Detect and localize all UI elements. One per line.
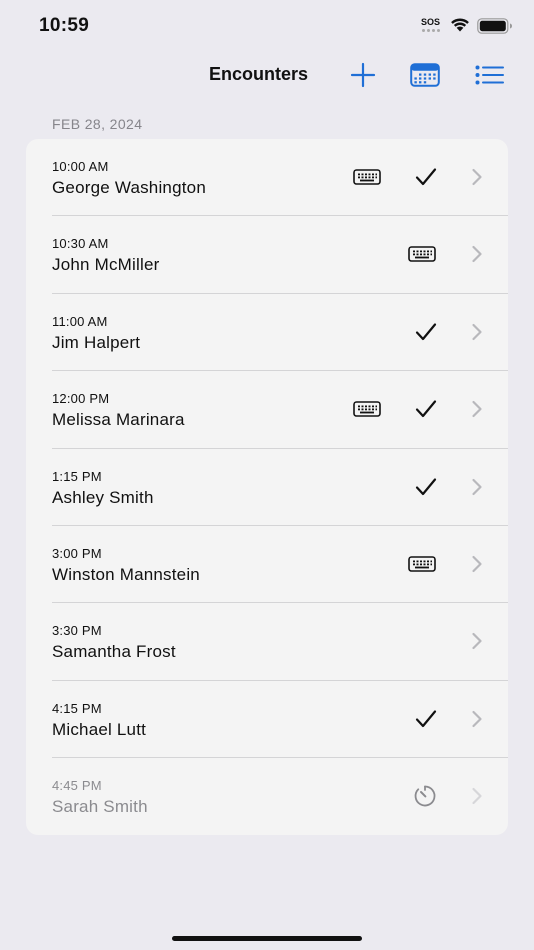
encounter-row[interactable]: 1:15 PM Ashley Smith bbox=[26, 449, 508, 526]
calendar-view-button[interactable] bbox=[410, 60, 440, 90]
encounter-time: 1:15 PM bbox=[52, 468, 102, 484]
encounter-time: 10:30 AM bbox=[52, 236, 109, 252]
encounters-list: 10:00 AM George Washington 10:30 AM John Mc… bbox=[26, 139, 508, 835]
encounter-row[interactable]: 11:00 AM Jim Halpert bbox=[26, 294, 508, 372]
chevron-right-icon bbox=[471, 787, 483, 810]
checkmark-icon bbox=[415, 709, 437, 734]
encounter-time: 4:15 PM bbox=[52, 700, 102, 716]
encounter-row[interactable]: 4:45 PM Sarah Smith bbox=[26, 758, 508, 835]
encounter-row[interactable]: 3:00 PM Winston Mannstein bbox=[26, 526, 508, 604]
encounter-row[interactable]: 4:15 PM Michael Lutt bbox=[26, 681, 508, 759]
keyboard-icon bbox=[353, 401, 381, 422]
keyboard-icon bbox=[408, 246, 436, 267]
status-time: 10:59 bbox=[39, 15, 90, 36]
encounter-patient-name: Melissa Marinara bbox=[52, 410, 185, 430]
encounter-time: 12:00 PM bbox=[52, 391, 110, 407]
battery-icon bbox=[477, 18, 512, 34]
encounter-row[interactable]: 10:30 AM John McMiller bbox=[26, 216, 508, 294]
encounter-patient-name: George Washington bbox=[52, 178, 206, 197]
encounter-patient-name: Ashley Smith bbox=[52, 487, 154, 507]
keyboard-icon bbox=[353, 169, 381, 190]
chevron-right-icon bbox=[471, 632, 483, 655]
encounter-patient-name: Winston Mannstein bbox=[52, 565, 200, 584]
list-view-button[interactable] bbox=[475, 60, 505, 90]
checkmark-icon bbox=[415, 167, 437, 192]
chevron-right-icon bbox=[471, 555, 483, 578]
navigation-bar: Encounters bbox=[0, 56, 534, 92]
chevron-right-icon bbox=[471, 710, 483, 733]
encounter-row[interactable]: 3:30 PM Samantha Frost bbox=[26, 603, 508, 681]
timer-icon bbox=[413, 784, 437, 813]
date-section-header: FEB 28, 2024 bbox=[52, 116, 143, 132]
encounter-patient-name: Michael Lutt bbox=[52, 719, 147, 739]
encounter-time: 10:00 AM bbox=[52, 159, 109, 174]
encounter-time: 11:00 AM bbox=[52, 313, 108, 329]
chevron-right-icon bbox=[471, 168, 483, 191]
chevron-right-icon bbox=[471, 323, 483, 346]
calendar-icon bbox=[410, 63, 440, 87]
wifi-icon bbox=[451, 18, 469, 32]
chevron-right-icon bbox=[471, 400, 483, 423]
signal-dots-icon bbox=[421, 29, 440, 32]
encounter-time: 3:00 PM bbox=[52, 546, 102, 561]
chevron-right-icon bbox=[471, 245, 483, 268]
keyboard-icon bbox=[408, 556, 436, 577]
sos-label: SOS bbox=[421, 17, 441, 27]
encounter-time: 3:30 PM bbox=[52, 623, 102, 639]
chevron-right-icon bbox=[471, 478, 483, 501]
encounter-patient-name: Jim Halpert bbox=[52, 332, 141, 352]
list-icon bbox=[475, 65, 504, 85]
encounter-patient-name: John McMiller bbox=[52, 255, 160, 275]
encounter-time: 4:45 PM bbox=[52, 778, 102, 794]
status-bar: 10:59 SOS bbox=[0, 0, 534, 50]
encounter-row[interactable]: 12:00 PM Melissa Marinara bbox=[26, 371, 508, 449]
home-indicator bbox=[172, 936, 362, 941]
sos-indicator: SOS bbox=[421, 18, 440, 32]
page-title: Encounters bbox=[209, 64, 309, 84]
checkmark-icon bbox=[415, 477, 437, 502]
plus-icon bbox=[350, 62, 376, 88]
add-encounter-button[interactable] bbox=[348, 60, 378, 90]
checkmark-icon bbox=[415, 399, 437, 424]
encounter-patient-name: Samantha Frost bbox=[52, 642, 176, 662]
encounter-patient-name: Sarah Smith bbox=[52, 797, 148, 817]
encounter-row[interactable]: 10:00 AM George Washington bbox=[26, 139, 508, 217]
checkmark-icon bbox=[415, 322, 437, 347]
